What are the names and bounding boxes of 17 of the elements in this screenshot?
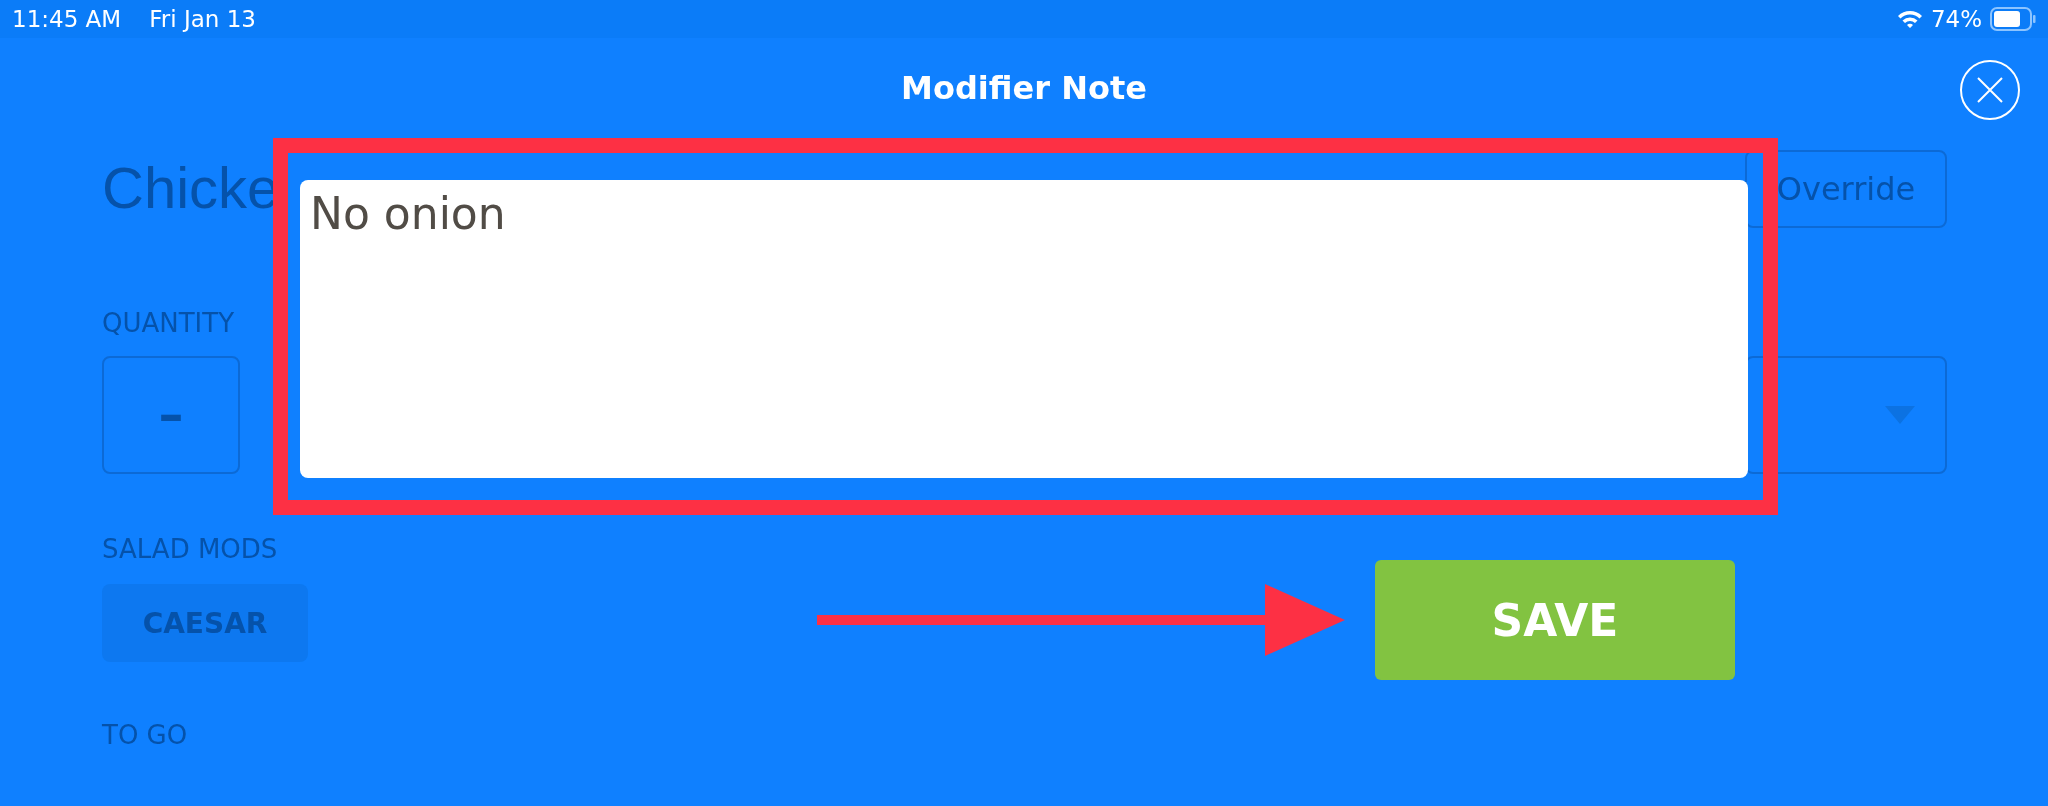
close-icon: [1976, 76, 2004, 104]
minus-button[interactable]: –: [102, 356, 240, 474]
salad-mods-label: SALAD MODS: [102, 534, 278, 564]
close-button[interactable]: [1960, 60, 2020, 120]
mod-option[interactable]: CAESAR: [102, 584, 308, 662]
to-go-label: TO GO: [102, 720, 188, 750]
wifi-icon: [1896, 9, 1923, 29]
battery-icon: [1990, 7, 2036, 31]
caret-icon: [1885, 406, 1915, 424]
status-time: 11:45 AM: [12, 6, 122, 32]
item-title: Chicke: [102, 153, 280, 221]
dialog-title: Modifier Note: [901, 69, 1147, 107]
quantity-label: QUANTITY: [102, 308, 235, 338]
note-field[interactable]: No onion: [300, 180, 1748, 478]
save-button[interactable]: SAVE: [1375, 560, 1735, 680]
status-date: Fri Jan 13: [149, 6, 256, 32]
battery-percent: 74%: [1930, 6, 1982, 32]
